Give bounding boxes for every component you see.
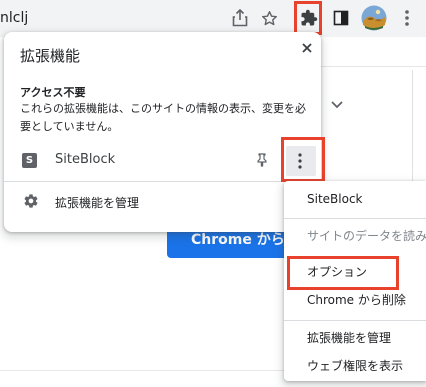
access-heading: アクセス不要 (20, 86, 86, 99)
menu-separator (284, 320, 426, 321)
omnibox-url[interactable]: nlclj (0, 10, 28, 26)
profile-avatar[interactable] (360, 4, 388, 32)
page-divider-bottom (0, 370, 284, 371)
share-icon[interactable] (228, 6, 252, 30)
more-button-highlight (281, 137, 325, 182)
extensions-popup: 拡張機能 アクセス不要 これらの拡張機能は、このサイトの情報の表示、変更を必要と… (4, 32, 321, 232)
options-highlight (287, 256, 399, 290)
extension-row-siteblock[interactable]: S SiteBlock (4, 144, 321, 178)
menu-item-remove-from-chrome[interactable]: Chrome から削除 (284, 287, 426, 313)
extension-favicon: S (22, 153, 37, 168)
menu-item-site-data: サイトのデータを読み取 (307, 229, 426, 243)
chevron-down-icon[interactable] (330, 95, 344, 114)
page-divider (320, 66, 426, 67)
menu-item-manage-extensions[interactable]: 拡張機能を管理 (284, 325, 426, 351)
popup-title: 拡張機能 (20, 47, 81, 65)
access-description: これらの拡張機能は、このサイトの情報の表示、変更を必要としていません。 (20, 102, 306, 133)
manage-extensions-row[interactable]: 拡張機能を管理 (4, 182, 321, 222)
bookmark-star-icon[interactable] (257, 6, 281, 30)
menu-separator (284, 218, 426, 219)
pin-icon[interactable] (254, 152, 270, 168)
gear-icon (23, 193, 39, 213)
more-vert-icon[interactable] (395, 6, 419, 30)
manage-extensions-label[interactable]: 拡張機能を管理 (55, 194, 139, 211)
menu-item-web-permissions[interactable]: ウェブ権限を表示 (284, 353, 426, 379)
close-icon[interactable] (297, 38, 317, 58)
side-panel-icon[interactable] (329, 6, 353, 30)
browser-window: nlclj Chrome から 拡張機能 アクセス不要 これらの拡張機能は、この… (0, 0, 426, 387)
menu-item-siteblock[interactable]: SiteBlock (284, 186, 426, 212)
extensions-button-highlight (294, 1, 322, 35)
extension-name[interactable]: SiteBlock (55, 152, 115, 167)
